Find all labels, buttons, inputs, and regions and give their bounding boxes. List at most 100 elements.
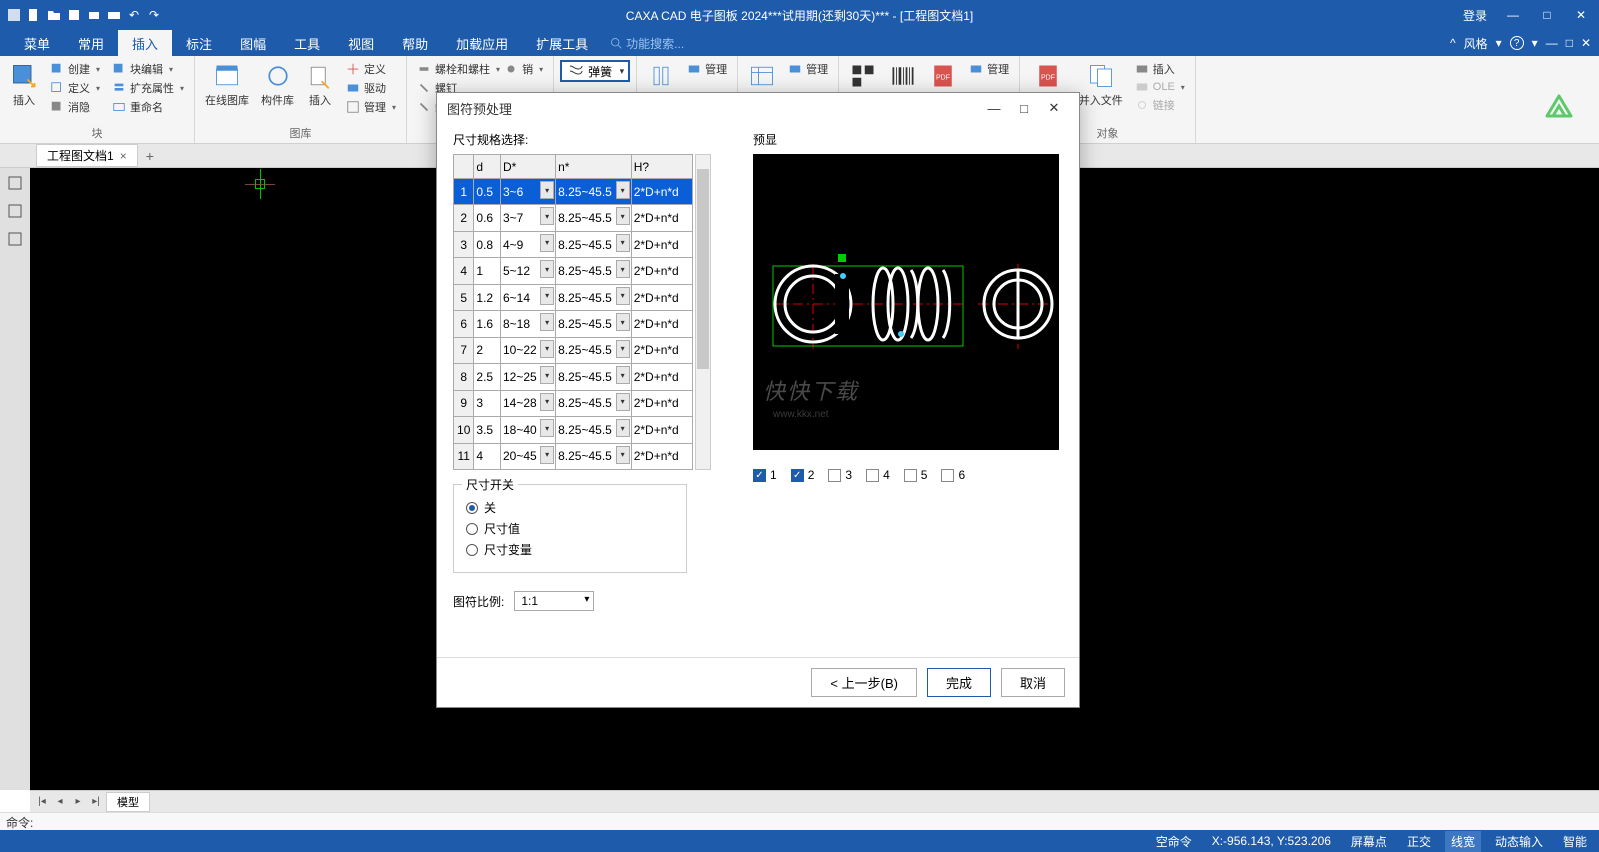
table-row[interactable]: 20.63~7▾8.25~45.5▾2*D+n*d [454,205,693,231]
dlg-min-icon[interactable]: — [979,101,1009,116]
cell-dropdown-icon[interactable]: ▾ [616,446,630,464]
lib-drive-button[interactable]: 驱动 [342,79,400,97]
cell-dropdown-icon[interactable]: ▾ [616,393,630,411]
status-dyn[interactable]: 动态输入 [1489,831,1549,852]
menu-view[interactable]: 视图 [334,30,388,57]
status-screen[interactable]: 屏幕点 [1345,831,1393,852]
menu-tools[interactable]: 工具 [280,30,334,57]
expand-attr-button[interactable]: 扩充属性▾ [108,79,188,97]
bolts-button[interactable]: 螺栓和螺柱▾销▾ [413,60,547,78]
col-H[interactable]: H? [631,155,692,179]
merge-file-btn[interactable]: 并入文件 [1075,60,1127,110]
nav-prev-icon[interactable]: ◂ [52,794,68,810]
table-row[interactable]: 10.53~6▾8.25~45.5▾2*D+n*d [454,179,693,205]
cell-dropdown-icon[interactable]: ▾ [540,260,554,278]
radio-variable[interactable]: 尺寸变量 [466,541,674,558]
mdi-close-icon[interactable]: ✕ [1581,36,1591,50]
col-D[interactable]: D* [500,155,555,179]
status-lineweight[interactable]: 线宽 [1445,831,1481,852]
maximize-icon[interactable]: □ [1533,2,1561,28]
menu-ext[interactable]: 扩展工具 [522,30,602,57]
status-smart[interactable]: 智能 [1557,831,1593,852]
lib-insert-button[interactable]: 插入 [302,60,338,110]
view-check-4[interactable]: 4 [866,468,890,482]
cell-dropdown-icon[interactable]: ▾ [616,313,630,331]
minimize-icon[interactable]: — [1499,2,1527,28]
save-icon[interactable] [66,7,82,23]
table-row[interactable]: 7210~22▾8.25~45.5▾2*D+n*d [454,337,693,363]
status-ortho[interactable]: 正交 [1401,831,1437,852]
search-box[interactable]: 功能搜索... [610,35,684,52]
tool2-icon[interactable] [4,200,26,222]
cell-dropdown-icon[interactable]: ▾ [540,207,554,225]
radio-value[interactable]: 尺寸值 [466,520,674,537]
menu-main[interactable]: 菜单 [10,30,64,57]
close-icon[interactable]: ✕ [1567,2,1595,28]
menu-help[interactable]: 帮助 [388,30,442,57]
block-edit-button[interactable]: 块编辑▾ [108,60,188,78]
command-line[interactable]: 命令: [0,812,1599,830]
tab-close-icon[interactable]: × [120,149,127,163]
qr-btn[interactable] [845,60,881,92]
cell-dropdown-icon[interactable]: ▾ [540,340,554,358]
finish-button[interactable]: 完成 [927,668,991,697]
table-row[interactable]: 415~12▾8.25~45.5▾2*D+n*d [454,258,693,284]
lib-define-button[interactable]: 定义 [342,60,400,78]
code-manage-btn[interactable]: 管理 [965,60,1013,78]
tool3-icon[interactable] [4,228,26,250]
cell-dropdown-icon[interactable]: ▾ [540,181,554,199]
block-define-button[interactable]: 定义▾ [46,79,104,97]
tool1-icon[interactable] [4,172,26,194]
pdf-btn[interactable]: PDF [925,60,961,92]
insert-block-button[interactable]: 插入 [6,60,42,110]
login-button[interactable]: 登录 [1457,5,1493,26]
help-icon[interactable]: ? [1510,36,1524,50]
parts-library-button[interactable]: 构件库 [257,60,298,110]
nav-last-icon[interactable]: ▸| [88,794,104,810]
cell-dropdown-icon[interactable]: ▾ [616,340,630,358]
redo-icon[interactable]: ↷ [146,7,162,23]
undo-icon[interactable]: ↶ [126,7,142,23]
manage-btn[interactable]: 管理 [683,60,731,78]
view-check-1[interactable]: ✓1 [753,468,777,482]
menu-addins[interactable]: 加载应用 [442,30,522,57]
cell-dropdown-icon[interactable]: ▾ [540,393,554,411]
table-row[interactable]: 30.84~9▾8.25~45.5▾2*D+n*d [454,231,693,257]
cell-dropdown-icon[interactable]: ▾ [616,181,630,199]
radio-off[interactable]: 关 [466,499,674,516]
barcode-btn[interactable] [885,60,921,92]
table-row[interactable]: 9314~28▾8.25~45.5▾2*D+n*d [454,390,693,416]
mech-btn1[interactable] [643,60,679,92]
spec-table[interactable]: d D* n* H? 10.53~6▾8.25~45.5▾2*D+n*d20.6… [453,154,693,470]
table-row[interactable]: 103.518~40▾8.25~45.5▾2*D+n*d [454,417,693,443]
style-label[interactable]: 风格 [1464,35,1488,52]
cell-dropdown-icon[interactable]: ▾ [540,234,554,252]
ratio-combo[interactable]: 1:1 [514,591,594,611]
lib-manage-button[interactable]: 管理▾ [342,98,400,116]
cell-dropdown-icon[interactable]: ▾ [540,313,554,331]
view-check-3[interactable]: 3 [828,468,852,482]
doc-tab[interactable]: 工程图文档1 × [36,144,138,167]
add-tab-button[interactable]: + [138,148,162,164]
mdi-max-icon[interactable]: □ [1566,36,1573,50]
cell-dropdown-icon[interactable]: ▾ [540,446,554,464]
table-row[interactable]: 61.68~18▾8.25~45.5▾2*D+n*d [454,311,693,337]
mdi-min-icon[interactable]: — [1546,36,1558,50]
table-row[interactable]: 51.26~14▾8.25~45.5▾2*D+n*d [454,284,693,310]
rename-button[interactable]: 重命名 [108,98,188,116]
dlg-close-icon[interactable]: ✕ [1039,100,1069,116]
hide-button[interactable]: 消隐 [46,98,104,116]
ole-btn[interactable]: OLE▾ [1131,79,1189,95]
cell-dropdown-icon[interactable]: ▾ [616,234,630,252]
table-row[interactable]: 82.512~25▾8.25~45.5▾2*D+n*d [454,364,693,390]
menu-insert[interactable]: 插入 [118,30,172,57]
prev-button[interactable]: < 上一步(B) [811,668,917,697]
table-btn[interactable] [744,60,780,92]
col-n[interactable]: n* [556,155,632,179]
cancel-button[interactable]: 取消 [1001,668,1065,697]
dlg-max-icon[interactable]: □ [1009,101,1039,116]
model-tab[interactable]: 模型 [106,792,150,812]
cell-dropdown-icon[interactable]: ▾ [616,207,630,225]
nav-first-icon[interactable]: |◂ [34,794,50,810]
cell-dropdown-icon[interactable]: ▾ [616,260,630,278]
